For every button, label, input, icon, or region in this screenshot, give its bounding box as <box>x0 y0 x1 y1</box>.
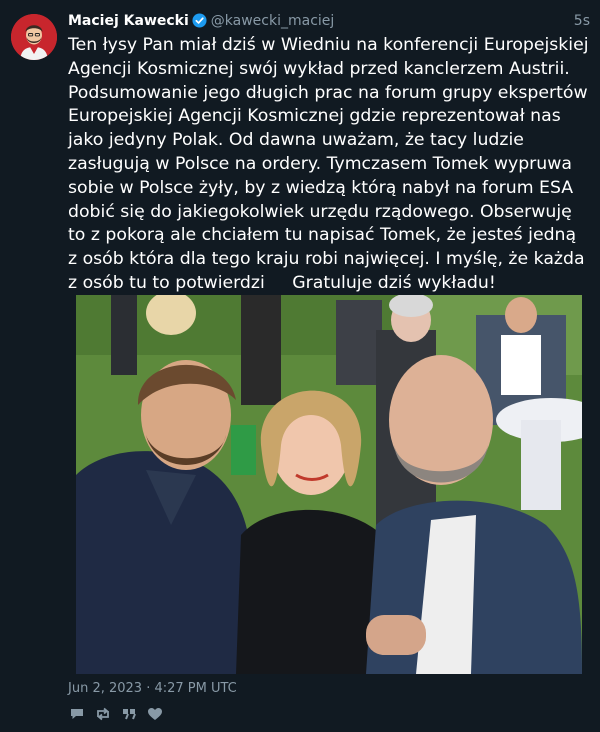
author-handle[interactable]: @kawecki_maciej <box>211 13 335 29</box>
like-icon[interactable] <box>146 706 164 722</box>
avatar[interactable] <box>11 14 57 60</box>
tweet-actions <box>68 706 164 724</box>
photo-image <box>76 295 582 674</box>
tweet-date[interactable]: Jun 2, 2023 · 4:27 PM UTC <box>68 681 237 696</box>
tweet-text: Ten łysy Pan miał dziś w Wiedniu na konf… <box>68 35 595 293</box>
verified-badge-icon <box>192 13 207 34</box>
avatar-portrait-icon <box>11 14 57 60</box>
tweet-header: Maciej Kawecki @kawecki_maciej 5s <box>68 11 590 31</box>
tweet-photo[interactable] <box>76 295 582 674</box>
retweet-icon[interactable] <box>94 706 112 722</box>
reply-icon[interactable] <box>68 706 86 722</box>
relative-time[interactable]: 5s <box>574 11 590 31</box>
quote-icon[interactable] <box>120 706 138 722</box>
author-name[interactable]: Maciej Kawecki <box>68 13 189 29</box>
tweet-card: Maciej Kawecki @kawecki_maciej 5s Ten łys… <box>0 0 600 732</box>
